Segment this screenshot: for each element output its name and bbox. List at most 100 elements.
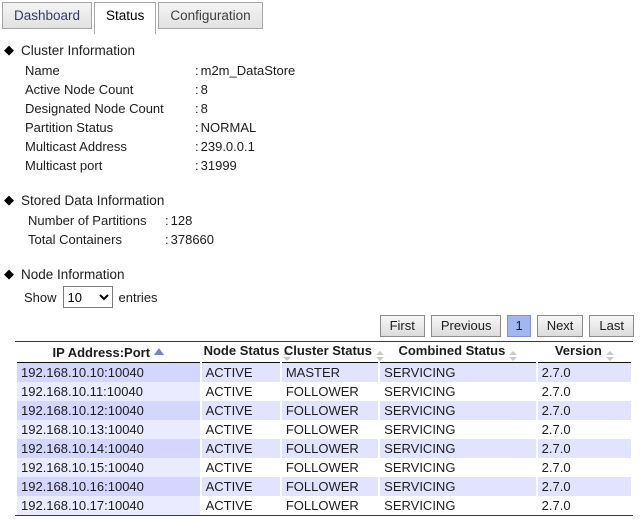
column-header-label: Cluster Status xyxy=(284,343,372,358)
stored-info-row-containers: Total Containers:378660 xyxy=(0,230,640,249)
pagination-page-1-button[interactable]: 1 xyxy=(507,315,530,337)
cluster-info-row-multicast-address: Multicast Address:239.0.0.1 xyxy=(0,137,640,156)
tab-status[interactable]: Status xyxy=(94,2,156,34)
diamond-bullet-icon: ◆ xyxy=(4,42,14,58)
info-label: Partition Status xyxy=(25,118,195,137)
table-row: 192.168.10.12:10040 ACTIVE FOLLOWER SERV… xyxy=(17,401,631,420)
cell-cluster-status: FOLLOWER xyxy=(282,458,378,477)
column-header-combined-status[interactable]: Combined Status xyxy=(380,342,536,363)
info-label: Number of Partitions xyxy=(28,211,165,230)
colon: : xyxy=(165,211,169,230)
table-row: 192.168.10.14:10040 ACTIVE FOLLOWER SERV… xyxy=(17,439,631,458)
cell-ip: 192.168.10.14:10040 xyxy=(17,439,200,458)
cell-cluster-status: FOLLOWER xyxy=(282,401,378,420)
info-value: m2m_DataStore xyxy=(201,61,296,80)
pagination-first-button[interactable]: First xyxy=(380,315,425,337)
tab-dashboard[interactable]: Dashboard xyxy=(2,2,92,29)
node-information-section: ◆ Node Information Show 10 entries First… xyxy=(0,266,640,520)
info-label: Multicast Address xyxy=(25,137,195,156)
table-row: 192.168.10.10:10040 ACTIVE MASTER SERVIC… xyxy=(17,363,631,382)
pagination-next-button[interactable]: Next xyxy=(537,315,584,337)
info-value: 239.0.0.1 xyxy=(201,137,255,156)
show-entries-prefix: Show xyxy=(24,290,57,305)
info-value: 8 xyxy=(201,99,208,118)
info-label: Total Containers xyxy=(28,230,165,249)
cell-node-status: ACTIVE xyxy=(202,439,280,458)
cell-combined-status: SERVICING xyxy=(380,458,536,477)
cell-ip: 192.168.10.10:10040 xyxy=(17,363,200,382)
colon: : xyxy=(195,61,199,80)
column-header-label: Combined Status xyxy=(398,343,505,358)
column-header-node-status[interactable]: Node Status xyxy=(202,342,280,363)
cell-ip: 192.168.10.17:10040 xyxy=(17,496,200,515)
cell-node-status: ACTIVE xyxy=(202,458,280,477)
colon: : xyxy=(195,156,199,175)
tab-configuration[interactable]: Configuration xyxy=(158,2,262,29)
cluster-info-row-name: Name:m2m_DataStore xyxy=(0,61,640,80)
cell-combined-status: SERVICING xyxy=(380,477,536,496)
info-label: Active Node Count xyxy=(25,80,195,99)
info-label: Designated Node Count xyxy=(25,99,195,118)
tab-bar: Dashboard Status Configuration xyxy=(0,0,640,32)
cluster-info-row-multicast-port: Multicast port:31999 xyxy=(0,156,640,175)
cell-combined-status: SERVICING xyxy=(380,496,536,515)
show-entries-control: Show 10 entries xyxy=(0,285,640,309)
diamond-bullet-icon: ◆ xyxy=(4,192,14,208)
cell-node-status: ACTIVE xyxy=(202,420,280,439)
table-row: 192.168.10.13:10040 ACTIVE FOLLOWER SERV… xyxy=(17,420,631,439)
column-header-label: IP Address:Port xyxy=(53,345,151,360)
cell-node-status: ACTIVE xyxy=(202,382,280,401)
cluster-info-row-designated-node-count: Designated Node Count:8 xyxy=(0,99,640,118)
sort-icon xyxy=(509,351,517,361)
cell-cluster-status: FOLLOWER xyxy=(282,496,378,515)
info-value: 8 xyxy=(201,80,208,99)
cell-version: 2.7.0 xyxy=(538,496,631,515)
cell-ip: 192.168.10.13:10040 xyxy=(17,420,200,439)
cell-cluster-status: FOLLOWER xyxy=(282,477,378,496)
sort-icon xyxy=(606,351,614,361)
cell-combined-status: SERVICING xyxy=(380,401,536,420)
pagination-last-button[interactable]: Last xyxy=(589,315,634,337)
diamond-bullet-icon: ◆ xyxy=(4,266,14,282)
cell-ip: 192.168.10.12:10040 xyxy=(17,401,200,420)
cluster-info-row-active-node-count: Active Node Count:8 xyxy=(0,80,640,99)
page-size-select[interactable]: 10 xyxy=(63,286,113,308)
colon: : xyxy=(195,137,199,156)
sort-asc-icon xyxy=(154,348,164,355)
colon: : xyxy=(165,230,169,249)
info-value: 378660 xyxy=(171,230,214,249)
node-table: IP Address:Port Node Status Cluster Stat… xyxy=(15,341,633,516)
cluster-information-section: ◆ Cluster Information Name:m2m_DataStore… xyxy=(0,42,640,175)
column-header-label: Node Status xyxy=(204,343,280,358)
cluster-information-title: Cluster Information xyxy=(21,43,135,58)
node-table-header-row: IP Address:Port Node Status Cluster Stat… xyxy=(17,342,631,363)
cell-combined-status: SERVICING xyxy=(380,363,536,382)
info-label: Multicast port xyxy=(25,156,195,175)
cell-cluster-status: FOLLOWER xyxy=(282,420,378,439)
column-header-cluster-status[interactable]: Cluster Status xyxy=(282,342,378,363)
info-value: 128 xyxy=(171,211,193,230)
cell-node-status: ACTIVE xyxy=(202,363,280,382)
cell-version: 2.7.0 xyxy=(538,420,631,439)
table-row: 192.168.10.15:10040 ACTIVE FOLLOWER SERV… xyxy=(17,458,631,477)
cell-combined-status: SERVICING xyxy=(380,382,536,401)
stored-info-row-partitions: Number of Partitions:128 xyxy=(0,211,640,230)
cell-ip: 192.168.10.15:10040 xyxy=(17,458,200,477)
stored-data-information-title: Stored Data Information xyxy=(21,193,164,208)
cell-version: 2.7.0 xyxy=(538,439,631,458)
cell-cluster-status: FOLLOWER xyxy=(282,382,378,401)
cell-version: 2.7.0 xyxy=(538,401,631,420)
cell-node-status: ACTIVE xyxy=(202,401,280,420)
cell-version: 2.7.0 xyxy=(538,458,631,477)
info-label: Name xyxy=(25,61,195,80)
column-header-version[interactable]: Version xyxy=(538,342,631,363)
colon: : xyxy=(195,80,199,99)
pagination-previous-button[interactable]: Previous xyxy=(431,315,502,337)
cell-cluster-status: FOLLOWER xyxy=(282,439,378,458)
colon: : xyxy=(195,118,199,137)
node-information-title: Node Information xyxy=(21,267,125,282)
column-header-ip-address-port[interactable]: IP Address:Port xyxy=(17,342,200,363)
table-row: 192.168.10.11:10040 ACTIVE FOLLOWER SERV… xyxy=(17,382,631,401)
cell-combined-status: SERVICING xyxy=(380,420,536,439)
info-value: 31999 xyxy=(201,156,237,175)
